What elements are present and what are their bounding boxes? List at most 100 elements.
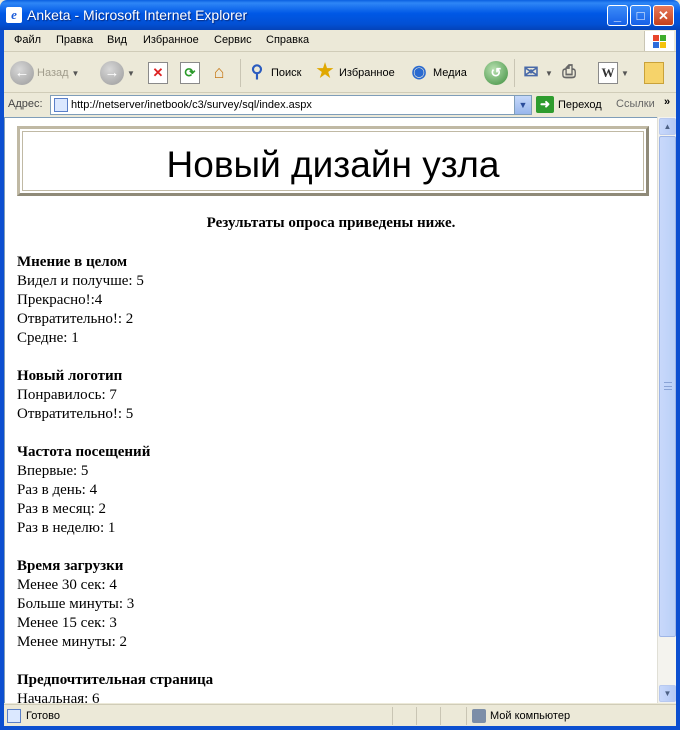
minimize-button[interactable]: _: [607, 5, 628, 26]
menu-favorites[interactable]: Избранное: [143, 34, 199, 46]
answer-line: Понравилось: 7: [17, 387, 117, 403]
window-title: Anketa - Microsoft Internet Explorer: [27, 7, 248, 23]
menu-help[interactable]: Справка: [266, 34, 309, 46]
answer-line: Отвратительно!: 5: [17, 406, 134, 422]
menu-edit[interactable]: Правка: [56, 34, 93, 46]
mail-icon: ✉: [523, 62, 539, 82]
question-title: Новый логотип: [17, 368, 123, 384]
go-arrow-icon: ➜: [536, 96, 554, 113]
answer-line: Больше минуты: 3: [17, 596, 135, 612]
toolbar-separator: [240, 59, 241, 87]
menu-file[interactable]: Файл: [14, 34, 41, 46]
minimize-icon: _: [613, 8, 622, 23]
edit-button[interactable]: W ▼: [598, 59, 629, 87]
status-divider: [440, 707, 441, 725]
banner: Новый дизайн узла: [17, 126, 649, 196]
address-input[interactable]: http://netserver/inetbook/c3/survey/sql/…: [50, 95, 532, 115]
status-bar: Готово Мой компьютер: [4, 704, 676, 726]
status-divider: [392, 707, 393, 725]
answer-line: Отвратительно!: 2: [17, 311, 134, 327]
star-icon: ★: [316, 61, 334, 82]
answer-line: Менее 30 сек: 4: [17, 577, 117, 593]
links-label[interactable]: Ссылки: [616, 98, 655, 110]
address-dropdown-icon[interactable]: ▼: [514, 96, 531, 114]
go-label: Переход: [558, 98, 602, 111]
windows-logo-icon: [644, 31, 674, 51]
favorites-button[interactable]: ★ Избранное: [316, 59, 395, 87]
page-icon: [54, 98, 68, 112]
chevron-up-icon: ▲: [663, 122, 672, 131]
question-title: Частота посещений: [17, 444, 151, 460]
grip-icon: [664, 382, 672, 390]
question-block: Время загрузки Менее 30 сек: 4 Больше ми…: [17, 557, 637, 652]
search-label: Поиск: [271, 67, 302, 79]
maximize-icon: □: [636, 8, 645, 23]
question-title: Предпочтительная страница: [17, 672, 214, 688]
status-divider: [466, 707, 467, 725]
links-chevron-icon[interactable]: »: [664, 96, 670, 108]
status-divider: [416, 707, 417, 725]
history-button[interactable]: ↺: [484, 59, 508, 87]
address-label: Адрес:: [8, 98, 43, 110]
menu-view[interactable]: Вид: [107, 34, 127, 46]
go-button[interactable]: ➜ Переход: [536, 96, 602, 113]
scroll-up-button[interactable]: ▲: [659, 118, 676, 135]
answer-line: Менее 15 сек: 3: [17, 615, 117, 631]
computer-icon: [472, 709, 486, 723]
menu-tools[interactable]: Сервис: [214, 34, 252, 46]
zone-label: Мой компьютер: [490, 710, 571, 722]
back-button[interactable]: ← Назад ▼: [10, 59, 79, 87]
search-button[interactable]: ⚲ Поиск: [248, 59, 302, 87]
answer-line: Прекрасно!:4: [17, 292, 103, 308]
refresh-icon: ⟳: [180, 62, 200, 84]
toolbar: ← Назад ▼ → ▼ ✕ ⟳ ⌂ ⚲ Поиск ★ Избранное …: [4, 53, 676, 93]
edit-dropdown-icon: ▼: [621, 68, 629, 78]
answer-line: Раз в месяц: 2: [17, 501, 107, 517]
mail-button[interactable]: ✉ ▼: [522, 59, 553, 87]
title-bar: e Anketa - Microsoft Internet Explorer _…: [0, 0, 680, 30]
forward-arrow-icon: →: [100, 61, 124, 85]
favorites-label: Избранное: [339, 67, 395, 79]
note-icon: [644, 62, 664, 84]
close-icon: ✕: [658, 8, 669, 23]
menu-bar: Файл Правка Вид Избранное Сервис Справка: [4, 30, 676, 52]
question-block: Частота посещений Впервые: 5 Раз в день:…: [17, 443, 637, 538]
word-icon: W: [598, 62, 618, 84]
back-arrow-icon: ←: [10, 61, 34, 85]
print-button[interactable]: ⎙: [560, 59, 580, 87]
home-icon: ⌂: [213, 62, 225, 82]
messenger-button[interactable]: [644, 59, 664, 87]
answer-line: Раз в неделю: 1: [17, 520, 116, 536]
banner-title: Новый дизайн узла: [166, 144, 500, 185]
media-icon: ◉: [411, 62, 427, 81]
back-dropdown-icon: ▼: [71, 68, 80, 78]
address-url[interactable]: http://netserver/inetbook/c3/survey/sql/…: [71, 99, 312, 111]
answer-line: Средне: 1: [17, 330, 79, 346]
question-block: Мнение в целом Видел и получше: 5 Прекра…: [17, 253, 637, 348]
mail-dropdown-icon: ▼: [545, 68, 553, 78]
answer-line: Видел и получше: 5: [17, 273, 144, 289]
status-text: Готово: [26, 710, 60, 722]
forward-button[interactable]: → ▼: [100, 59, 135, 87]
media-label: Медиа: [433, 67, 467, 79]
address-bar: Адрес: http://netserver/inetbook/c3/surv…: [4, 94, 676, 116]
question-title: Мнение в целом: [17, 254, 128, 270]
vertical-scrollbar[interactable]: ▲ ▼: [657, 117, 676, 703]
home-button[interactable]: ⌂: [210, 59, 230, 87]
answer-line: Начальная: 6: [17, 691, 100, 703]
survey-results: Мнение в целом Видел и получше: 5 Прекра…: [17, 253, 637, 703]
results-heading: Результаты опроса приведены ниже.: [206, 215, 456, 231]
scroll-thumb[interactable]: [659, 136, 676, 637]
question-block: Новый логотип Понравилось: 7 Отвратитель…: [17, 367, 637, 424]
chevron-down-icon: ▼: [663, 689, 672, 698]
refresh-button[interactable]: ⟳: [180, 59, 200, 87]
ie-icon: e: [6, 7, 22, 23]
window-frame-right: [676, 30, 680, 730]
stop-button[interactable]: ✕: [148, 59, 168, 87]
media-button[interactable]: ◉ Медиа: [410, 59, 467, 87]
scroll-down-button[interactable]: ▼: [659, 685, 676, 702]
answer-line: Раз в день: 4: [17, 482, 98, 498]
close-button[interactable]: ✕: [653, 5, 674, 26]
maximize-button[interactable]: □: [630, 5, 651, 26]
page-viewport: Новый дизайн узла Результаты опроса прив…: [4, 117, 660, 703]
